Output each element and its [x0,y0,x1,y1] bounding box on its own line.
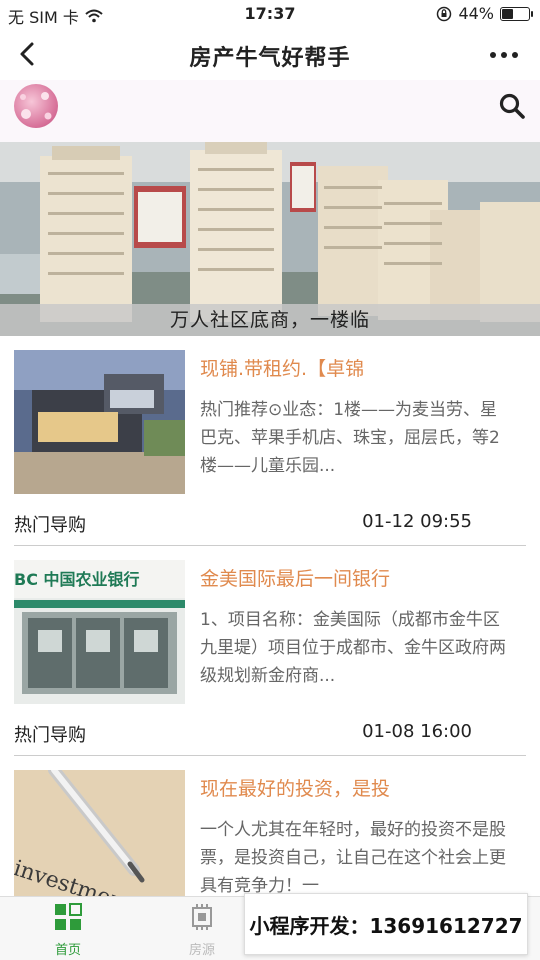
header-row [0,80,540,142]
tab-home-label: 首页 [54,943,81,958]
mall-image [14,350,185,494]
item-category-tag: 热门导购 [14,725,86,746]
list-item[interactable]: BC 中国农业银行 金美国际最后一间银行 1、项目名称：金美国际（成都市金牛区九… [0,546,540,756]
item-description: 1、项目名称：金美国际（成都市金牛区九里堤）项目位于成都市、金牛区政府两级规划新… [200,610,506,686]
orientation-lock-icon [437,6,452,21]
promo-overlay: 小程序开发：13691612727 [244,893,528,955]
tab-home[interactable]: 首页 [28,903,108,958]
list-item[interactable]: 现铺.带租约.【卓锦 热门推荐⊙业态：1楼——为麦当劳、星巴克、苹果手机店、珠宝… [0,336,540,546]
battery-text: 44% [458,4,494,23]
item-description: 热门推荐⊙业态：1楼——为麦当劳、星巴克、苹果手机店、珠宝，屈层氏，等2楼——儿… [200,400,500,476]
tab-listings-label: 房源 [188,943,215,958]
item-thumbnail [14,350,185,494]
battery-icon [500,6,533,21]
grid-icon [55,903,82,930]
tab-listings[interactable]: 房源 [162,903,242,958]
item-timestamp: 01-08 16:00 [362,721,472,742]
item-thumbnail: investment [14,770,185,914]
item-description: 一个人尤其在年轻时，最好的投资不是股票，是投资自己，让自己在这个社会上更具有竞争… [200,820,506,896]
status-bar: 无 SIM 卡 17:37 44% [0,0,540,28]
nav-bar: 房产牛气好帮手 [0,28,540,80]
avatar-flower-icon [20,92,52,120]
search-icon[interactable] [498,92,526,120]
chip-icon [192,904,212,930]
item-category-tag: 热门导购 [14,515,86,536]
item-title[interactable]: 金美国际最后一间银行 [200,564,390,591]
item-title[interactable]: 现铺.带租约.【卓锦 [200,354,364,381]
bank-sign-text: BC 中国农业银行 [14,570,140,589]
banner-caption: 万人社区底商，一楼临 [0,304,540,336]
more-menu-icon[interactable] [490,52,518,58]
article-list: 现铺.带租约.【卓锦 热门推荐⊙业态：1楼——为麦当劳、星巴克、苹果手机店、珠宝… [0,336,540,960]
status-right: 44% [436,4,533,23]
item-timestamp: 01-12 09:55 [362,511,472,532]
item-title[interactable]: 现在最好的投资，是投 [200,774,390,801]
page-title: 房产牛气好帮手 [189,46,351,71]
avatar[interactable] [14,84,58,128]
battery-fill [502,8,514,19]
promo-text: 小程序开发：13691612727 [249,914,523,938]
banner-carousel[interactable]: 万人社区底商，一楼临 [0,142,540,336]
item-thumbnail: BC 中国农业银行 [14,560,185,704]
